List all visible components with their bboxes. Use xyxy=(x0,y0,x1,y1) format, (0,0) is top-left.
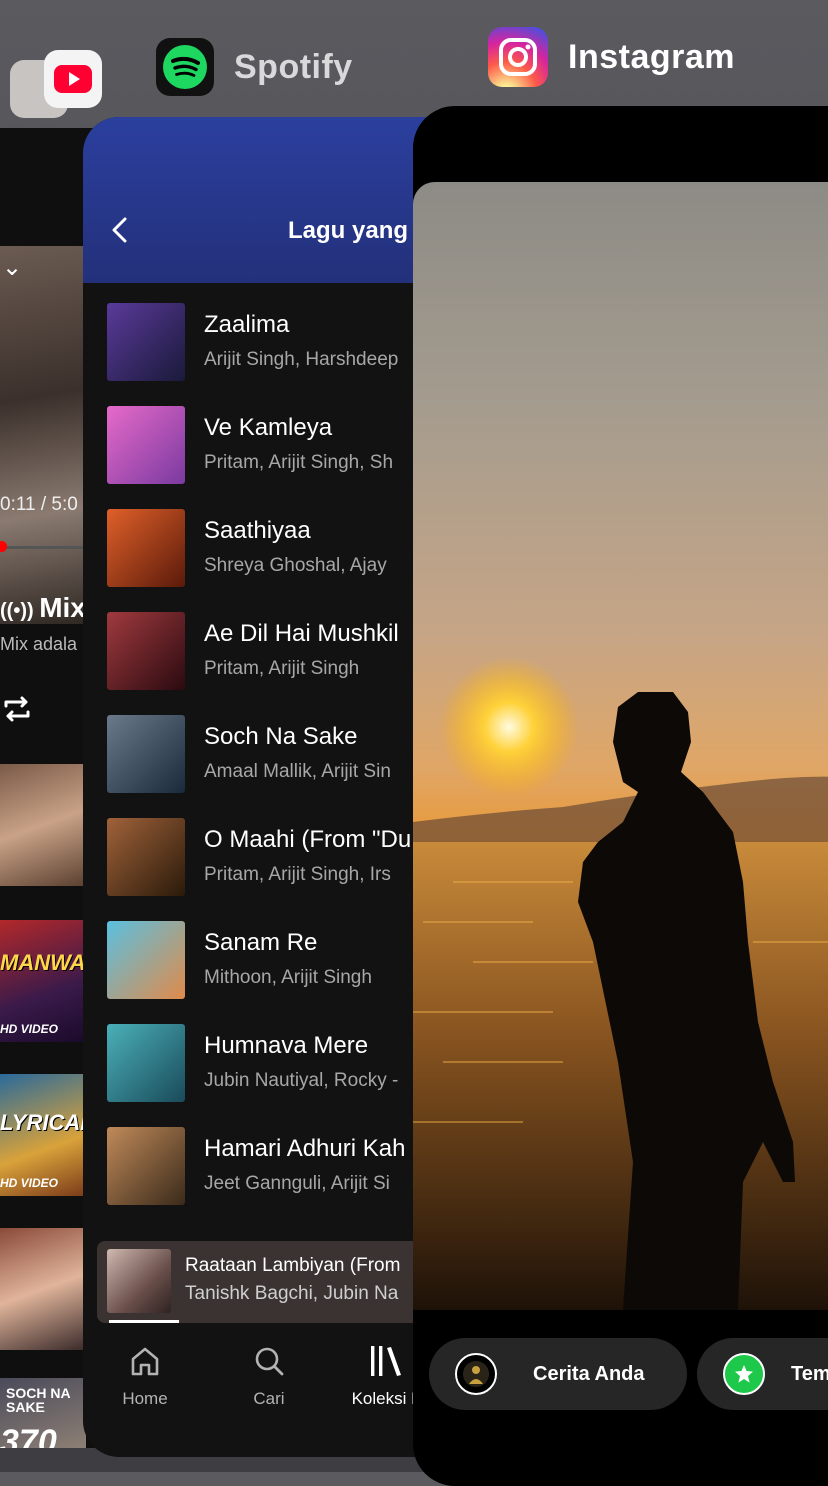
search-icon xyxy=(219,1337,319,1385)
album-art xyxy=(107,1024,185,1102)
song-title: Ae Dil Hai Mushkil xyxy=(204,620,399,647)
page-title: Lagu yang xyxy=(288,217,409,244)
video-thumbnail[interactable]: SOCH NA SAKE 370 xyxy=(0,1378,86,1448)
close-friends-label: Tem xyxy=(791,1362,828,1385)
thumbnail-caption: HD VIDEO xyxy=(0,1022,59,1036)
thumbnail-caption: HD VIDEO xyxy=(0,1176,59,1190)
story-photo[interactable] xyxy=(413,182,828,1310)
your-story-button[interactable]: Cerita Anda xyxy=(429,1338,687,1410)
instagram-app-card[interactable]: Cerita Anda Tem xyxy=(413,106,828,1486)
song-artists: Jubin Nautiyal, Rocky - xyxy=(204,1070,399,1091)
song-artists: Pritam, Arijit Singh, Sh xyxy=(204,452,394,473)
thumbnail-title: SOCH NA SAKE xyxy=(6,1385,71,1415)
nav-search[interactable]: Cari xyxy=(219,1337,319,1409)
now-playing-art xyxy=(107,1249,171,1313)
thumbnail-caption: 370 xyxy=(0,1423,57,1448)
instagram-app-name: Instagram xyxy=(568,37,735,76)
your-story-label: Cerita Anda xyxy=(533,1362,645,1385)
song-artists: Mithoon, Arijit Singh xyxy=(204,967,372,988)
nav-label: Home xyxy=(122,1389,168,1408)
video-player[interactable] xyxy=(0,246,90,624)
video-thumbnail[interactable] xyxy=(0,764,86,886)
chevron-down-icon[interactable]: ⌄ xyxy=(2,253,22,282)
album-art xyxy=(107,303,185,381)
mix-title-text: Mix xyxy=(39,592,86,623)
song-title: Soch Na Sake xyxy=(204,723,358,750)
close-friends-star-icon xyxy=(723,1353,765,1395)
thumbnail-title: LYRICAL Saa xyxy=(0,1110,86,1135)
song-title: Hamari Adhuri Kah xyxy=(204,1135,406,1162)
song-artists: Arijit Singh, Harshdeep xyxy=(204,349,399,370)
playback-progress xyxy=(109,1320,179,1323)
youtube-icon xyxy=(54,65,92,93)
song-title: Sanam Re xyxy=(204,929,318,956)
back-icon[interactable] xyxy=(109,215,131,253)
song-title: Humnava Mere xyxy=(204,1032,369,1059)
now-playing-title: Raataan Lambiyan (From xyxy=(185,1255,401,1276)
video-progress-bar[interactable] xyxy=(0,546,90,549)
video-time: 0:11 / 5:0 xyxy=(0,494,78,515)
nav-label: Cari xyxy=(253,1389,285,1408)
mix-title: ((•)) Mix xyxy=(0,592,86,624)
album-art xyxy=(107,715,185,793)
song-title: Zaalima xyxy=(204,311,290,338)
video-thumbnail[interactable] xyxy=(0,1228,86,1350)
album-art xyxy=(107,1127,185,1205)
video-thumbnail[interactable]: MANWA LA HD VIDEO xyxy=(0,920,86,1042)
avatar xyxy=(455,1353,497,1395)
song-artists: Pritam, Arijit Singh, Irs xyxy=(204,864,391,885)
youtube-app-icon[interactable] xyxy=(44,50,102,108)
spotify-icon xyxy=(156,38,214,96)
video-thumbnail[interactable]: LYRICAL Saa HD VIDEO xyxy=(0,1074,86,1196)
repeat-icon[interactable] xyxy=(0,692,34,734)
instagram-switcher-header[interactable]: Instagram xyxy=(488,27,735,87)
album-art xyxy=(107,509,185,587)
song-title: O Maahi (From "Du xyxy=(204,826,412,853)
song-artists: Jeet Gannguli, Arijit Si xyxy=(204,1173,390,1194)
song-artists: Amaal Mallik, Arijit Sin xyxy=(204,761,391,782)
spotify-app-name: Spotify xyxy=(234,47,353,86)
close-friends-button[interactable]: Tem xyxy=(697,1338,828,1410)
broadcast-icon: ((•)) xyxy=(0,600,40,622)
album-art xyxy=(107,818,185,896)
album-art xyxy=(107,406,185,484)
album-art xyxy=(107,921,185,999)
nav-home[interactable]: Home xyxy=(95,1337,195,1409)
home-icon xyxy=(95,1337,195,1385)
song-title: Ve Kamleya xyxy=(204,414,333,441)
album-art xyxy=(107,612,185,690)
thumbnail-title: MANWA LA xyxy=(0,950,86,975)
mix-subtitle: Mix adala xyxy=(0,634,78,654)
instagram-icon xyxy=(488,27,548,87)
song-title: Saathiyaa xyxy=(204,517,311,544)
sunset-silhouette-image xyxy=(413,657,828,1310)
now-playing-artists: Tanishk Bagchi, Jubin Na xyxy=(185,1283,399,1304)
song-artists: Shreya Ghoshal, Ajay xyxy=(204,555,387,576)
song-artists: Pritam, Arijit Singh xyxy=(204,658,360,679)
spotify-switcher-header[interactable]: Spotify xyxy=(156,38,353,96)
